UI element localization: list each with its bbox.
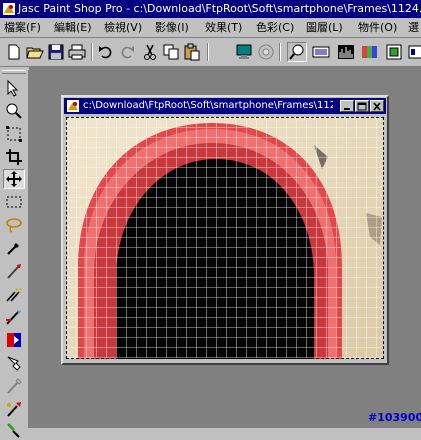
menu-edit[interactable]: 編輯(E) [54, 18, 92, 37]
toolbar-separator [207, 43, 209, 61]
picture-tube-icon[interactable] [3, 399, 25, 419]
palette-grip[interactable] [2, 70, 26, 74]
zoom-icon[interactable] [287, 42, 307, 62]
print-icon[interactable] [67, 42, 87, 62]
menu-objects[interactable]: 物件(O) [358, 18, 397, 37]
paste-icon[interactable] [182, 42, 202, 62]
maximize-button[interactable] [355, 100, 369, 112]
tool-options-icon[interactable] [406, 42, 421, 62]
airbrush-icon[interactable] [3, 420, 25, 440]
app-title-bar[interactable]: Jasc Paint Shop Pro - c:\Download\FtpRoo… [0, 0, 421, 18]
menu-view[interactable]: 檢視(V) [104, 18, 142, 37]
crop-icon[interactable] [3, 147, 25, 167]
menu-bar: 檔案(F) 編輯(E) 檢視(V) 影像(I) 效果(T) 色彩(C) 圖層(L… [0, 18, 421, 38]
minimize-button[interactable] [340, 100, 354, 112]
document-icon [67, 100, 79, 112]
cut-icon[interactable] [140, 42, 160, 62]
app-title: Jasc Paint Shop Pro - c:\Download\FtpRoo… [18, 2, 421, 15]
toolbar-separator [91, 43, 93, 61]
toggle-toolbars-icon[interactable] [311, 42, 331, 62]
color-icon[interactable] [256, 42, 276, 62]
menu-colors[interactable]: 色彩(C) [256, 18, 294, 37]
eraser-icon[interactable] [3, 376, 25, 396]
minimize-icon [344, 107, 350, 110]
redo-icon[interactable] [117, 42, 137, 62]
menu-selections[interactable]: 選 [408, 18, 419, 37]
tool-palette [0, 70, 29, 438]
menu-effects[interactable]: 效果(T) [205, 18, 242, 37]
new-icon[interactable] [4, 42, 24, 62]
document-window[interactable]: c:\Download\FtpRoot\Soft\smartphone\Fram… [61, 95, 389, 365]
close-button[interactable] [370, 100, 384, 112]
selection-marquee [66, 117, 384, 359]
menu-image[interactable]: 影像(I) [155, 18, 189, 37]
scratch-remover-icon[interactable] [3, 353, 25, 373]
retouch-icon[interactable] [3, 330, 25, 350]
overview-icon[interactable] [384, 42, 404, 62]
maximize-icon [357, 102, 367, 110]
watermark: #103900 [368, 411, 421, 424]
menu-file[interactable]: 檔案(F) [4, 18, 41, 37]
close-icon [373, 101, 381, 111]
arrow-icon[interactable] [3, 78, 25, 98]
image-canvas[interactable] [66, 117, 384, 359]
document-title: c:\Download\FtpRoot\Soft\smartphone\Fram… [83, 100, 333, 111]
full-screen-preview-icon[interactable] [234, 42, 254, 62]
mover-icon[interactable] [3, 169, 25, 189]
undo-icon[interactable] [96, 42, 116, 62]
layer-palette-icon[interactable] [360, 42, 380, 62]
document-title-bar[interactable]: c:\Download\FtpRoot\Soft\smartphone\Fram… [64, 98, 386, 114]
dropper-icon[interactable] [3, 238, 25, 258]
open-icon[interactable] [25, 42, 45, 62]
save-icon[interactable] [46, 42, 66, 62]
selection-icon[interactable] [3, 192, 25, 212]
copy-icon[interactable] [161, 42, 181, 62]
clone-brush-icon[interactable] [3, 284, 25, 304]
zoom-tool-icon[interactable] [3, 101, 25, 121]
freehand-selection-icon[interactable] [3, 215, 25, 235]
toolbar-separator [279, 43, 281, 61]
color-replacer-icon[interactable] [3, 307, 25, 327]
paintbrush-icon[interactable] [3, 261, 25, 281]
standard-toolbar [0, 38, 421, 67]
histogram-icon[interactable] [336, 42, 356, 62]
deformation-icon[interactable] [3, 124, 25, 144]
app-icon [3, 3, 15, 15]
menu-layers[interactable]: 圖層(L) [306, 18, 343, 37]
